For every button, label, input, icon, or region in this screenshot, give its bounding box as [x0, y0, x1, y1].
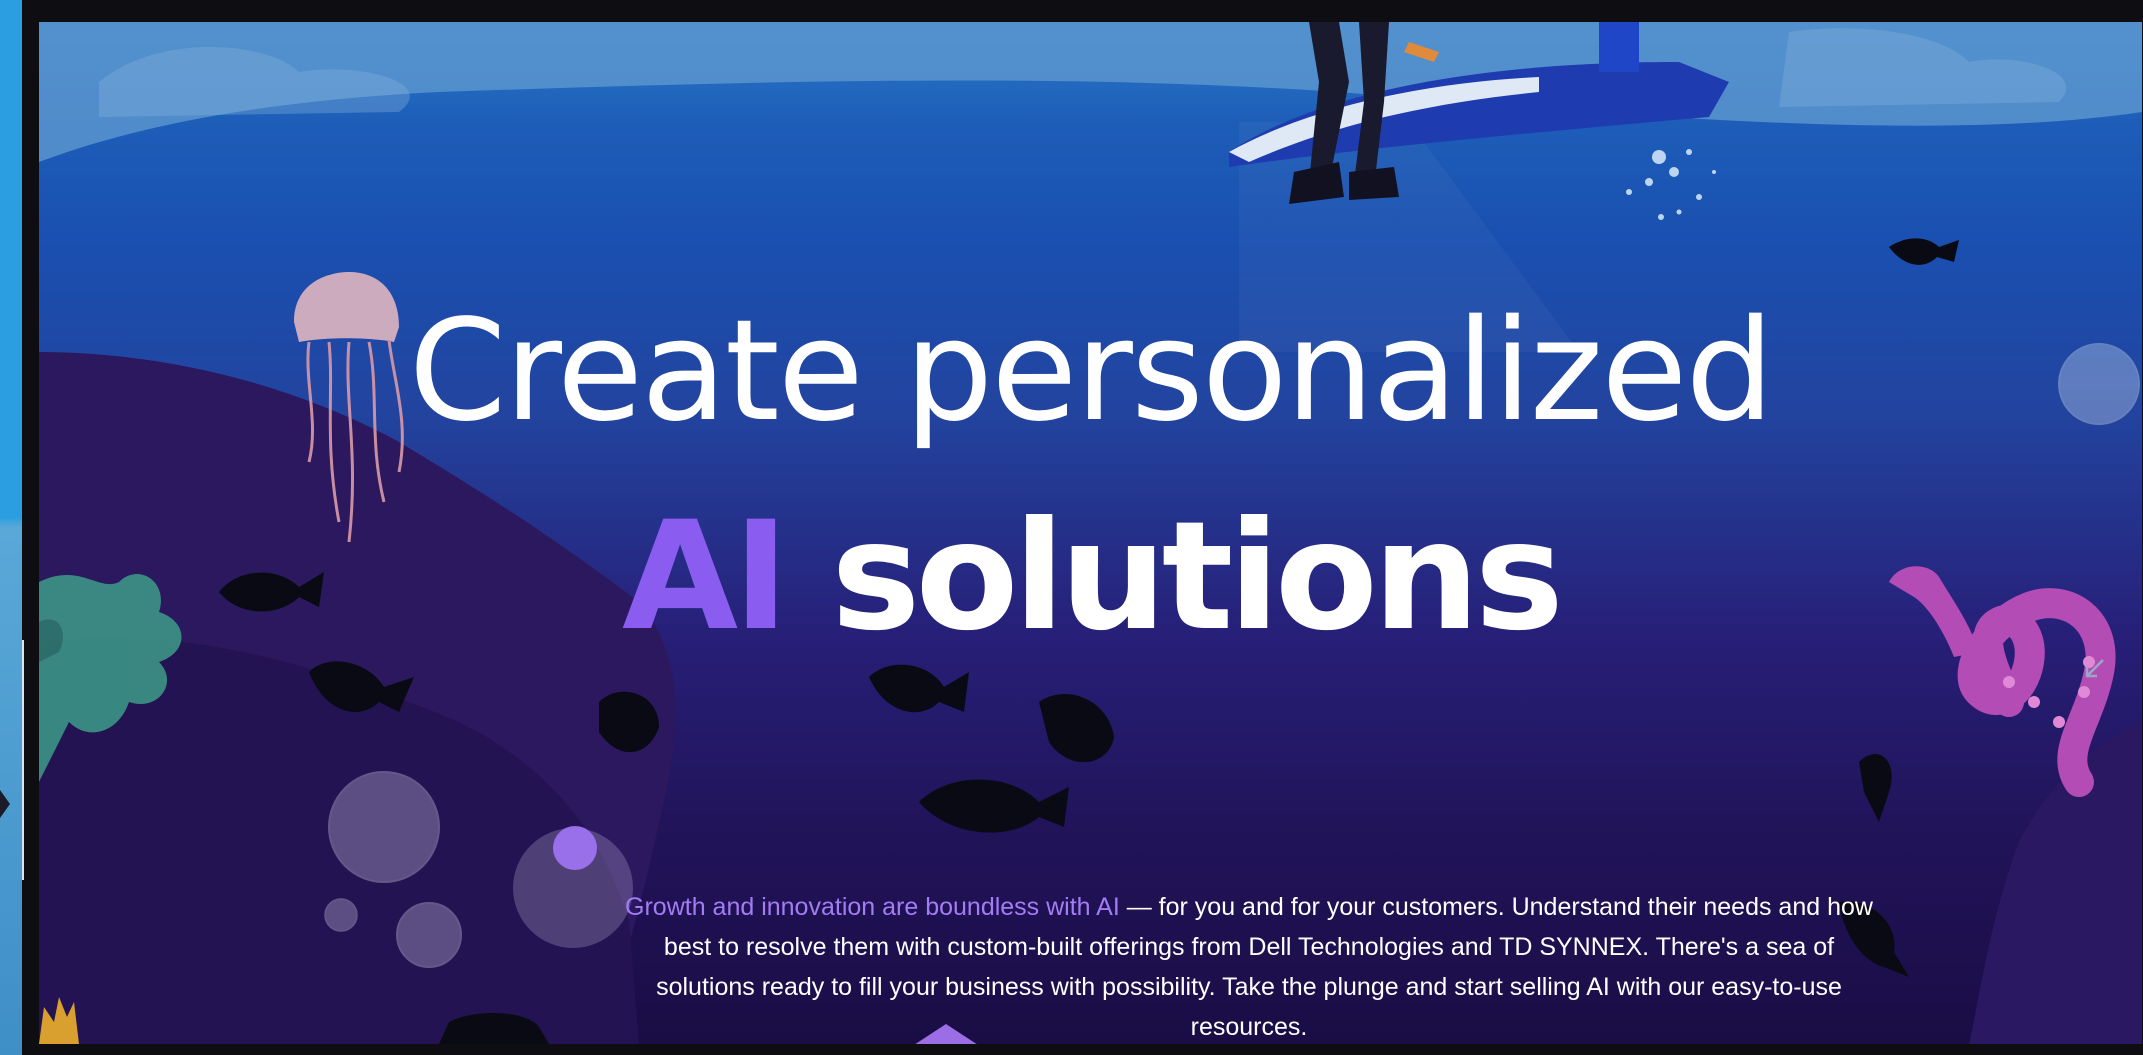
hero-body-text: Growth and innovation are boundless with…: [619, 887, 1879, 1044]
boat-cabin: [1599, 22, 1639, 72]
hero-section: Create personalized AI solutions Growth …: [39, 22, 2142, 1044]
arrow-down-left-icon[interactable]: [2081, 656, 2107, 682]
browser-window: Create personalized AI solutions Growth …: [0, 0, 2143, 1055]
hero-headline: Create personalized: [408, 290, 1775, 453]
left-arrow-icon[interactable]: [0, 790, 10, 818]
left-background-strip: [0, 0, 22, 1055]
small-bubbles: [1626, 149, 1716, 220]
hero-subhead: AI solutions: [39, 492, 2142, 662]
subhead-accent: AI: [622, 490, 789, 664]
diver-fin: [1349, 167, 1399, 200]
body-highlight: Growth and innovation are boundless with…: [625, 893, 1120, 921]
subhead-rest: solutions: [831, 490, 1564, 664]
reef-right: [1969, 722, 2142, 1044]
triangle-up-icon[interactable]: [894, 1024, 998, 1044]
scrollbar-track[interactable]: [22, 640, 24, 880]
